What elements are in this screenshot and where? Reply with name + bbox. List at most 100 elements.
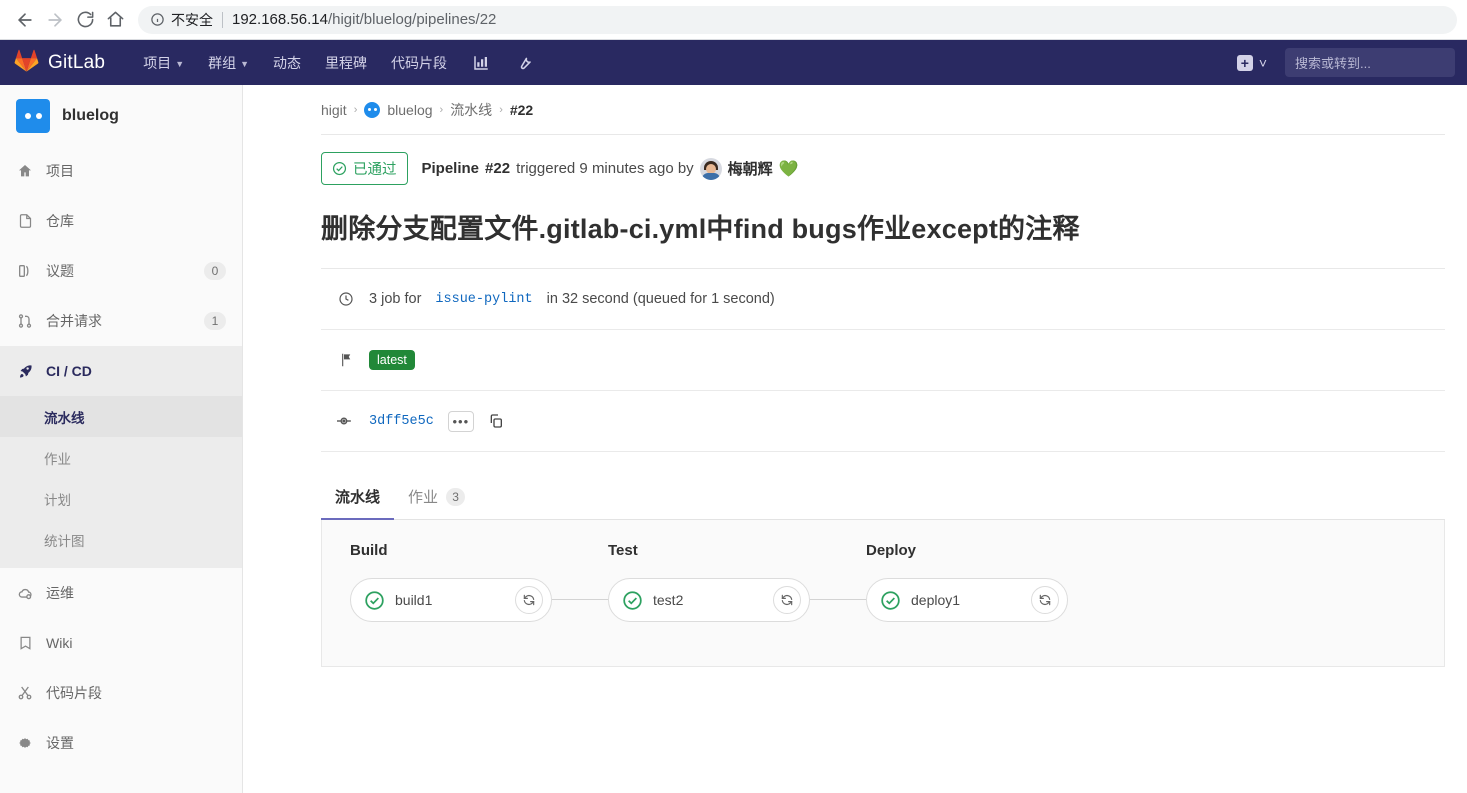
pipeline-tabs: 流水线 作业 3: [321, 474, 1445, 520]
main-content: higit › bluelog › 流水线 › #22 已通过 Pipeline…: [243, 85, 1467, 793]
job-name: build1: [395, 592, 433, 608]
navbar-item-milestones[interactable]: 里程碑: [313, 40, 379, 85]
pipeline-jobs-summary-row: 3 job for issue-pylint in 32 second (que…: [321, 269, 1445, 330]
retry-icon[interactable]: [1031, 586, 1059, 614]
latest-badge: latest: [369, 350, 415, 370]
sidebar-item-label: 设置: [46, 735, 74, 751]
search-input[interactable]: 搜索或转到...: [1285, 48, 1455, 77]
pipeline-info-card: 3 job for issue-pylint in 32 second (que…: [321, 269, 1445, 452]
sidebar-item-wiki[interactable]: Wiki: [0, 618, 242, 668]
sidebar-subitem-charts[interactable]: 统计图: [0, 519, 242, 560]
chevron-down-icon: ▼: [240, 58, 250, 69]
sidebar-subitem-jobs[interactable]: 作业: [0, 437, 242, 478]
sidebar-item-label: 运维: [46, 585, 74, 601]
sidebar-subnav-ci-cd: 流水线 作业 计划 统计图: [0, 396, 242, 568]
security-label: 不安全: [171, 11, 213, 28]
analytics-chart-icon[interactable]: [459, 40, 503, 85]
breadcrumb-section[interactable]: 流水线: [450, 100, 492, 120]
navbar-item-label: 里程碑: [325, 54, 368, 71]
breadcrumb-separator: ›: [353, 103, 358, 116]
pipeline-user-name[interactable]: 梅朝辉: [728, 158, 773, 179]
navbar-menu: 项目 ▼ 群组 ▼ 动态 里程碑 代码片段: [131, 40, 546, 85]
project-name: bluelog: [62, 107, 119, 124]
stage-title: Test: [608, 542, 638, 559]
sidebar-item-ci-cd[interactable]: CI / CD: [0, 346, 242, 396]
commit-sha-link[interactable]: 3dff5e5c: [369, 414, 434, 429]
tab-label: 作业: [408, 489, 439, 506]
sidebar-item-merge-requests[interactable]: 合并请求 1: [0, 296, 242, 346]
reload-icon[interactable]: [70, 5, 100, 35]
merge-request-icon: [16, 313, 34, 329]
file-icon: [16, 213, 34, 229]
breadcrumb-group[interactable]: higit: [321, 102, 347, 118]
tab-count-badge: 3: [446, 487, 466, 506]
check-circle-icon: [363, 589, 385, 611]
job-node-build1[interactable]: build1: [350, 578, 552, 622]
back-icon[interactable]: [10, 5, 40, 35]
avatar[interactable]: [699, 157, 722, 180]
navbar-item-label: 群组: [208, 54, 237, 71]
scissors-icon: [16, 685, 34, 701]
omnibox-divider: [222, 11, 223, 28]
gitlab-brand-label: GitLab: [48, 51, 106, 73]
clock-icon: [337, 291, 355, 307]
navbar-item-groups[interactable]: 群组 ▼: [196, 40, 261, 85]
stage-connector: [810, 599, 866, 600]
copy-icon[interactable]: [488, 413, 504, 429]
jobs-duration-label: in 32 second (queued for 1 second): [546, 291, 775, 307]
sidebar-item-snippets[interactable]: 代码片段: [0, 668, 242, 718]
sidebar-subitem-pipelines[interactable]: 流水线: [0, 396, 242, 437]
sidebar-item-label: 项目: [46, 163, 74, 179]
breadcrumb-separator: ›: [499, 103, 503, 116]
retry-icon[interactable]: [515, 586, 543, 614]
navbar-item-projects[interactable]: 项目 ▼: [131, 40, 196, 85]
gitlab-logo-icon: [14, 49, 39, 76]
sidebar-item-repository[interactable]: 仓库: [0, 196, 242, 246]
sidebar-item-count: 1: [204, 312, 226, 330]
navbar-item-label: 动态: [273, 54, 302, 71]
sidebar-item-label: 代码片段: [46, 685, 102, 701]
stage-title: Deploy: [866, 542, 917, 559]
address-bar[interactable]: 不安全 192.168.56.14/higit/bluelog/pipeline…: [138, 5, 1457, 34]
status-badge[interactable]: 已通过: [321, 152, 408, 185]
pipeline-stages: Build build1 Test test2 Deploy deploy1: [322, 542, 1444, 622]
project-sidebar: bluelog 项目 仓库 议题 0 合并请求 1 CI / CD 流水线 作业…: [0, 85, 243, 793]
browser-toolbar: 不安全 192.168.56.14/higit/bluelog/pipeline…: [0, 0, 1467, 40]
forward-icon[interactable]: [40, 5, 70, 35]
job-name: deploy1: [911, 592, 961, 608]
pipeline-stage-build: Build build1: [350, 542, 608, 622]
navbar-item-activity[interactable]: 动态: [261, 40, 313, 85]
sidebar-item-operations[interactable]: 运维: [0, 568, 242, 618]
sidebar-item-settings[interactable]: 设置: [0, 718, 242, 768]
plus-icon: +: [1236, 54, 1253, 71]
home-icon[interactable]: [100, 5, 130, 35]
tab-jobs[interactable]: 作业 3: [394, 474, 479, 520]
sidebar-project-header[interactable]: bluelog: [0, 85, 242, 146]
retry-icon[interactable]: [773, 586, 801, 614]
breadcrumb-project-avatar: [364, 101, 381, 118]
cloud-gear-icon: [16, 585, 34, 602]
pipeline-label: Pipeline: [421, 160, 480, 177]
check-circle-icon: [332, 161, 347, 176]
sidebar-item-label: 仓库: [46, 213, 74, 229]
sidebar-item-label: 议题: [46, 263, 74, 279]
sidebar-item-project[interactable]: 项目: [0, 146, 242, 196]
pipeline-trigger-text: triggered 9 minutes ago by: [516, 160, 694, 177]
sidebar-item-count: 0: [204, 262, 226, 280]
check-circle-icon: [621, 589, 643, 611]
sidebar-subitem-schedules[interactable]: 计划: [0, 478, 242, 519]
job-node-deploy1[interactable]: deploy1: [866, 578, 1068, 622]
heart-emoji-icon: 💚: [778, 160, 799, 178]
sidebar-item-label: CI / CD: [46, 363, 92, 379]
breadcrumb: higit › bluelog › 流水线 › #22: [321, 85, 1445, 135]
job-node-test2[interactable]: test2: [608, 578, 810, 622]
commit-expand-button[interactable]: •••: [447, 410, 474, 432]
tab-pipeline[interactable]: 流水线: [321, 474, 395, 520]
new-item-button[interactable]: + ˅: [1231, 54, 1273, 71]
sidebar-item-issues[interactable]: 议题 0: [0, 246, 242, 296]
breadcrumb-project[interactable]: bluelog: [387, 102, 432, 118]
navbar-item-snippets[interactable]: 代码片段: [379, 40, 459, 85]
gitlab-home-link[interactable]: GitLab: [14, 49, 105, 76]
pipeline-ref-link[interactable]: issue-pylint: [435, 292, 532, 307]
wrench-admin-icon[interactable]: [503, 40, 546, 85]
